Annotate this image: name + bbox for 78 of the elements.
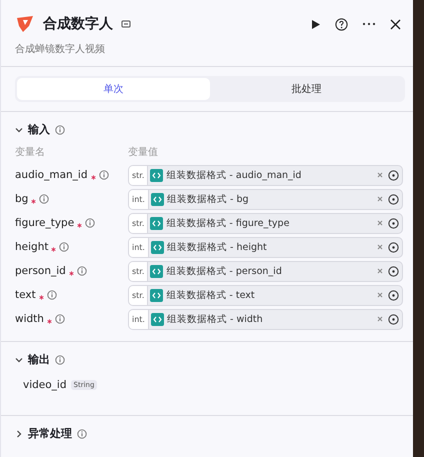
- variable-reference: 组装数据格式 - person_id: [166, 264, 282, 278]
- clear-icon[interactable]: [377, 196, 383, 202]
- info-icon: [76, 266, 87, 276]
- type-label: str.: [129, 286, 148, 304]
- clear-icon[interactable]: [377, 220, 383, 226]
- logo-icon: [15, 14, 35, 34]
- variable-reference: 组装数据格式 - bg: [166, 192, 249, 206]
- variable-value-field[interactable]: str. 组装数据格式 - figure_type: [128, 212, 403, 234]
- info-icon: [46, 290, 57, 300]
- mode-tab[interactable]: 批处理: [210, 78, 403, 100]
- variable-reference: 组装数据格式 - figure_type: [166, 216, 290, 230]
- target-icon[interactable]: [388, 170, 399, 180]
- type-label: str.: [129, 166, 148, 184]
- column-header: 变量值: [128, 146, 159, 159]
- variable-value-field[interactable]: int. 组装数据格式 - width: [128, 308, 403, 330]
- chevron-icon: [15, 356, 23, 364]
- output-name: video_id: [23, 379, 67, 391]
- code-icon: [150, 264, 164, 278]
- info-icon: [59, 242, 70, 252]
- type-label: int.: [129, 238, 149, 256]
- target-icon[interactable]: [388, 242, 399, 252]
- help-button[interactable]: [335, 18, 348, 30]
- variable-value-field[interactable]: str. 组装数据格式 - person_id: [128, 260, 403, 282]
- info-icon: [55, 124, 65, 134]
- code-icon: [150, 312, 164, 326]
- chevron-icon: [15, 126, 23, 134]
- mode-tab[interactable]: 单次: [17, 78, 210, 100]
- type-label: str.: [129, 214, 148, 232]
- node-description: 合成蝉镜数字人视频: [14, 42, 106, 57]
- info-icon: [98, 170, 108, 180]
- code-icon: [150, 240, 164, 254]
- node-title: 合成数字人: [43, 15, 113, 33]
- type-label: str.: [129, 262, 148, 280]
- target-icon[interactable]: [388, 194, 399, 204]
- node-type-icon: [121, 20, 131, 28]
- section-toggle[interactable]: 输入: [15, 122, 403, 137]
- variable-name: bg: [15, 193, 28, 205]
- clear-icon[interactable]: [377, 292, 383, 298]
- code-icon: [150, 168, 164, 182]
- type-label: int.: [129, 190, 149, 208]
- run-button[interactable]: [311, 18, 321, 30]
- type-label: int.: [129, 310, 149, 328]
- variable-name: person_id: [15, 265, 66, 277]
- chevron-icon: [15, 430, 23, 438]
- info-icon: [54, 314, 65, 324]
- clear-icon[interactable]: [377, 244, 383, 250]
- target-icon[interactable]: [388, 314, 399, 324]
- column-header: 变量名: [15, 146, 46, 159]
- variable-name: figure_type: [15, 217, 74, 229]
- variable-value-field[interactable]: str. 组装数据格式 - text: [128, 284, 403, 306]
- target-icon[interactable]: [388, 218, 399, 228]
- section-toggle[interactable]: 输出: [15, 352, 403, 367]
- variable-name: width: [15, 313, 44, 325]
- target-icon[interactable]: [388, 266, 399, 276]
- variable-name: text: [15, 289, 36, 301]
- variable-reference: 组装数据格式 - text: [166, 288, 255, 302]
- info-icon: [39, 194, 50, 204]
- variable-name: height: [15, 241, 48, 253]
- code-icon: [150, 216, 164, 230]
- variable-name: audio_man_id: [15, 169, 88, 181]
- variable-reference: 组装数据格式 - width: [166, 312, 263, 326]
- variable-reference: 组装数据格式 - height: [166, 240, 267, 254]
- info-icon: [77, 428, 87, 438]
- close-button[interactable]: [390, 18, 401, 30]
- variable-reference: 组装数据格式 - audio_man_id: [166, 168, 302, 182]
- clear-icon[interactable]: [377, 172, 383, 178]
- info-icon: [55, 354, 65, 364]
- variable-value-field[interactable]: int. 组装数据格式 - height: [128, 236, 403, 258]
- variable-value-field[interactable]: int. 组装数据格式 - bg: [128, 188, 403, 210]
- section-toggle[interactable]: 异常处理: [15, 426, 403, 441]
- info-icon: [85, 218, 96, 228]
- code-icon: [150, 288, 164, 302]
- target-icon[interactable]: [388, 290, 399, 300]
- clear-icon[interactable]: [377, 316, 383, 322]
- code-icon: [150, 192, 164, 206]
- more-button[interactable]: [362, 22, 376, 26]
- clear-icon[interactable]: [377, 268, 383, 274]
- variable-value-field[interactable]: str. 组装数据格式 - audio_man_id: [128, 164, 403, 186]
